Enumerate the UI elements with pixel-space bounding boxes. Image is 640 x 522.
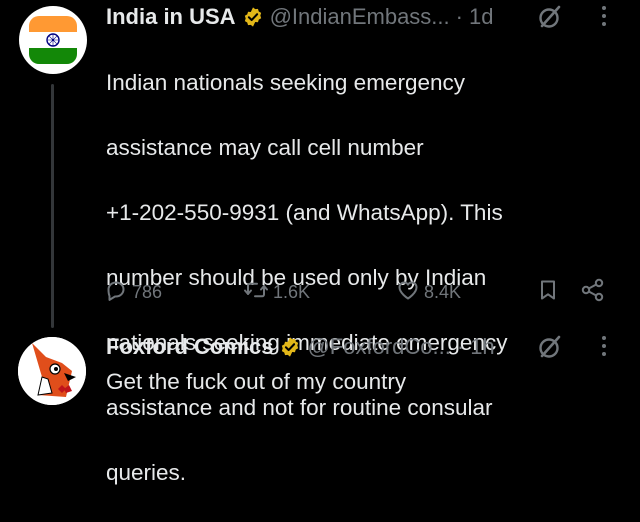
tweet-text-line: +1-202-550-9931 (and WhatsApp). This <box>106 199 503 225</box>
meta-separator: · <box>455 4 463 29</box>
tweet-text-line: Indian nationals seeking emergency <box>106 69 465 95</box>
reply-count: 786 <box>132 281 163 302</box>
tweet-text-line: assistance may call cell number <box>106 134 424 160</box>
verified-badge-icon[interactable] <box>242 6 264 28</box>
repost-count: 1.6K <box>273 281 311 302</box>
bookmark-button[interactable] <box>537 276 559 308</box>
avatar-foxford-comics[interactable] <box>18 337 86 405</box>
reply-author-handle[interactable]: @FoxfordCo... <box>307 334 450 360</box>
reply-text: Get the fuck out of my country <box>106 369 407 394</box>
reply-author-name[interactable]: Foxford Comics <box>106 334 273 360</box>
more-vertical-icon[interactable] <box>601 336 607 362</box>
reply-icon <box>104 278 128 307</box>
author-handle[interactable]: @IndianEmbass... <box>270 4 450 30</box>
india-flag-icon <box>29 16 77 64</box>
author-name[interactable]: India in USA <box>106 4 236 30</box>
like-count: 8.4K <box>424 281 462 302</box>
repost-button[interactable]: 1.6K <box>243 276 310 308</box>
reply-timestamp[interactable]: 1h <box>470 334 494 360</box>
tweet-actions-bar: 786 1.6K 8.4K <box>100 276 620 308</box>
grok-icon[interactable] <box>537 334 563 360</box>
timestamp[interactable]: 1d <box>469 4 493 30</box>
heart-icon <box>396 278 420 307</box>
grok-icon[interactable] <box>537 4 563 30</box>
share-icon <box>580 277 606 308</box>
tweet-header: India in USA @IndianEmbass... · 1d <box>106 2 493 32</box>
like-button[interactable]: 8.4K <box>396 276 461 308</box>
verified-badge-icon[interactable] <box>279 336 301 358</box>
reply-header: Foxford Comics @FoxfordCo... · 1h <box>106 332 495 362</box>
share-button[interactable] <box>580 276 606 308</box>
reply-button[interactable]: 786 <box>104 276 162 308</box>
tweet-text-line: queries. <box>106 459 187 485</box>
more-vertical-icon[interactable] <box>601 6 607 32</box>
thread-connector <box>51 84 54 328</box>
repost-icon <box>243 278 269 307</box>
avatar-india-in-usa[interactable] <box>19 6 87 74</box>
bookmark-icon <box>537 278 559 307</box>
fox-mascot-icon <box>18 337 86 405</box>
meta-separator: · <box>456 334 465 359</box>
